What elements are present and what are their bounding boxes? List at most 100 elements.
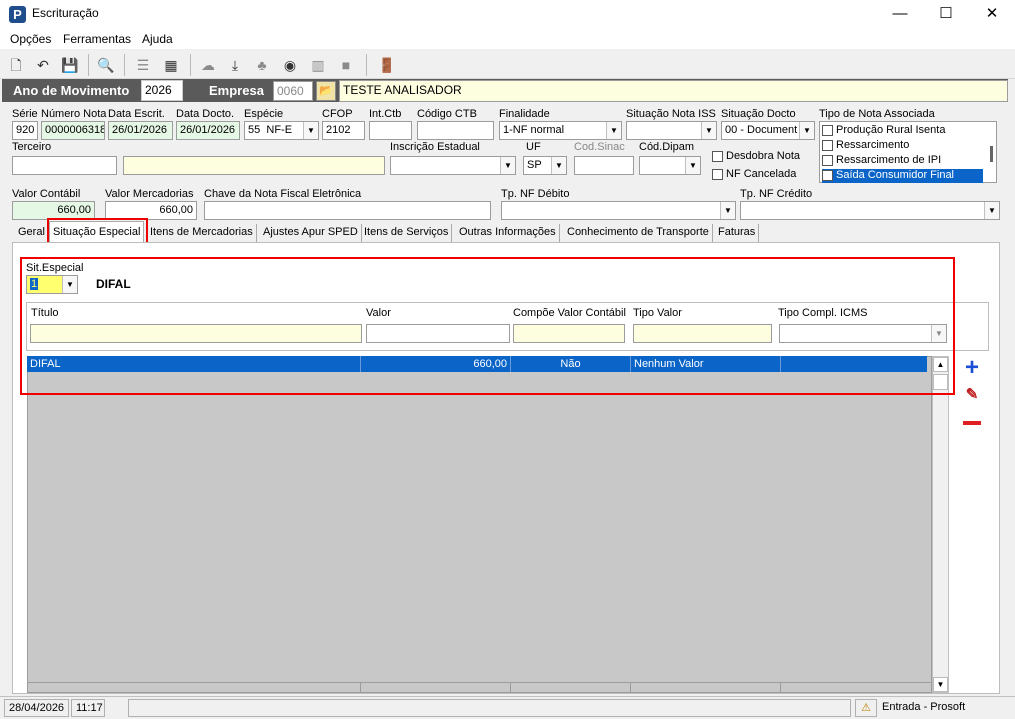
chave-nfe-field[interactable]	[204, 201, 491, 220]
exit-door-icon[interactable]: 🚪	[376, 54, 398, 76]
list-item[interactable]: Ressarcimento de IPI	[822, 154, 982, 168]
cod-dipam-select[interactable]: ▼	[639, 156, 701, 175]
especie-select[interactable]: 55 NF-E ▼	[244, 121, 319, 140]
serie-field[interactable]: 920	[12, 121, 38, 140]
desdobra-checkbox[interactable]: Desdobra Nota	[712, 150, 800, 162]
chevron-down-icon[interactable]: ▼	[606, 122, 621, 139]
situacao-docto-select[interactable]: 00 - Document ▼	[721, 121, 815, 140]
data-escrit-label: Data Escrit.	[108, 108, 165, 120]
empresa-label: Empresa	[209, 83, 264, 98]
cod-dipam-label: Cód.Dipam	[639, 141, 695, 153]
block-icon[interactable]: ■	[335, 54, 357, 76]
checkbox[interactable]	[712, 168, 723, 180]
chevron-down-icon[interactable]: ▼	[500, 157, 515, 174]
cod-sinac-field[interactable]	[574, 156, 634, 175]
tab-faturas[interactable]: Faturas	[715, 224, 760, 242]
warning-icon: ⚠	[855, 699, 877, 717]
download-icon[interactable]: ⤓	[224, 54, 246, 76]
tab-conhecimento-transporte[interactable]: Conhecimento de Transporte	[564, 224, 713, 242]
close-button[interactable]: ✕	[969, 0, 1015, 28]
status-message	[128, 699, 851, 717]
status-module: Entrada - Prosoft	[878, 699, 988, 717]
finalidade-select[interactable]: 1-NF normal ▼	[499, 121, 622, 140]
valor-contabil-label: Valor Contábil	[12, 188, 81, 200]
menu-ajuda[interactable]: Ajuda	[142, 32, 173, 46]
save-icon[interactable]: 💾	[59, 54, 81, 76]
checkbox-checked[interactable]: ✓	[822, 169, 833, 181]
chevron-down-icon[interactable]: ▼	[685, 157, 700, 174]
situacao-iss-select[interactable]: ▼	[626, 121, 717, 140]
shape-icon[interactable]: ♣	[251, 54, 273, 76]
print-preview-icon[interactable]: 🔍	[95, 54, 117, 76]
serie-label: Série	[12, 108, 38, 120]
checkbox[interactable]	[822, 124, 833, 136]
checkbox[interactable]	[712, 150, 723, 162]
empresa-name-field: TESTE ANALISADOR	[339, 80, 1008, 102]
checkbox[interactable]	[822, 154, 833, 166]
menu-opcoes[interactable]: Opções	[10, 32, 51, 46]
cancelada-checkbox[interactable]: NF Cancelada	[712, 168, 796, 180]
tree-icon[interactable]: ☰	[132, 54, 154, 76]
chevron-down-icon[interactable]: ▼	[984, 202, 999, 219]
chevron-down-icon[interactable]: ▼	[799, 122, 814, 139]
int-ctb-field[interactable]	[369, 121, 412, 140]
toolbar-separator	[366, 54, 367, 76]
tab-geral[interactable]: Geral	[15, 224, 49, 242]
data-escrit-field[interactable]: 26/01/2026	[108, 121, 173, 140]
add-icon[interactable]: +	[958, 356, 986, 380]
terceiro-code-field[interactable]	[12, 156, 117, 175]
codigo-ctb-field[interactable]	[417, 121, 494, 140]
cfop-label: CFOP	[322, 108, 353, 120]
terceiro-name-field	[123, 156, 385, 175]
insc-estadual-select[interactable]: ▼	[390, 156, 516, 175]
valor-mercadorias-label: Valor Mercadorias	[105, 188, 194, 200]
tab-outras-informacoes[interactable]: Outras Informações	[456, 224, 560, 242]
maximize-button[interactable]: ☐	[923, 0, 969, 28]
tp-debito-select[interactable]: ▼	[501, 201, 736, 220]
chevron-down-icon[interactable]: ▼	[303, 122, 318, 139]
tp-credito-label: Tp. NF Crédito	[740, 188, 813, 200]
list-item[interactable]: Produção Rural Isenta	[822, 124, 982, 138]
chevron-down-icon[interactable]: ▼	[720, 202, 735, 219]
toolbar-separator	[88, 54, 89, 76]
uf-select[interactable]: SP ▼	[523, 156, 567, 175]
ano-field[interactable]: 2026	[141, 80, 183, 101]
folder-search-icon[interactable]: 📂	[316, 81, 336, 101]
tab-ajustes-apur-sped[interactable]: Ajustes Apur SPED	[260, 224, 362, 242]
cib-icon[interactable]: ◉	[279, 54, 301, 76]
scroll-down-icon[interactable]: ▼	[933, 677, 948, 692]
empresa-code-field[interactable]: 0060	[273, 81, 313, 101]
list-item-selected[interactable]: ✓ Saída Consumidor Final	[822, 169, 983, 183]
window-title: Escrituração	[32, 6, 99, 20]
toolbar-separator	[190, 54, 191, 76]
codigo-ctb-label: Código CTB	[417, 108, 477, 120]
list-item[interactable]: Ressarcimento	[822, 139, 982, 153]
panel-icon[interactable]: ▥	[307, 54, 329, 76]
chevron-down-icon[interactable]: ▼	[551, 157, 566, 174]
remove-icon[interactable]	[958, 413, 986, 435]
terceiro-label: Terceiro	[12, 141, 52, 153]
numero-nota-label: Número Nota	[41, 108, 107, 120]
tab-itens-mercadorias[interactable]: Itens de Mercadorias	[147, 224, 257, 242]
list-item-label: Produção Rural Isenta	[836, 124, 946, 136]
chevron-down-icon[interactable]: ▼	[701, 122, 716, 139]
new-document-icon[interactable]: 🗋	[5, 54, 27, 76]
desdobra-label: Desdobra Nota	[726, 150, 800, 162]
grid-scrollbar[interactable]: ▲ ▼	[932, 356, 949, 693]
edit-pencil-icon[interactable]: ✎	[958, 385, 986, 407]
undo-icon[interactable]: ↶	[32, 54, 54, 76]
numero-nota-field[interactable]: 0000006318	[41, 121, 105, 140]
cfop-field[interactable]: 2102	[322, 121, 365, 140]
tp-credito-select[interactable]: ▼	[740, 201, 1000, 220]
list-scrollbar-thumb[interactable]	[990, 146, 993, 162]
data-docto-field[interactable]: 26/01/2026	[176, 121, 240, 140]
cloud-icon[interactable]: ☁	[197, 54, 219, 76]
status-time: 11:17	[71, 699, 105, 717]
tab-itens-servicos[interactable]: Itens de Serviços	[361, 224, 453, 242]
checkbox[interactable]	[822, 139, 833, 151]
calculator-icon[interactable]: ▦	[160, 54, 182, 76]
menu-ferramentas[interactable]: Ferramentas	[63, 32, 131, 46]
tp-debito-label: Tp. NF Débito	[501, 188, 570, 200]
highlight-content-box	[20, 257, 955, 395]
minimize-button[interactable]: —	[877, 0, 923, 28]
